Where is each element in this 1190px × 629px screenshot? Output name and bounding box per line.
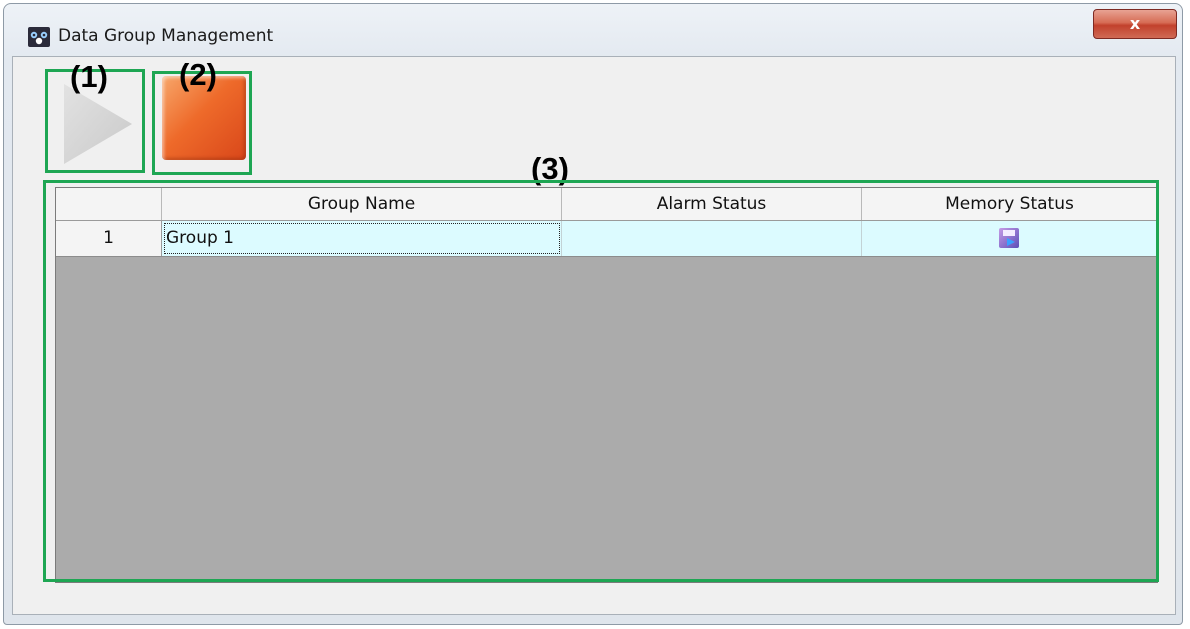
title-bar: Data Group Management x	[4, 4, 1182, 56]
window-title: Data Group Management	[58, 26, 274, 46]
callout-2: (2)	[179, 57, 217, 92]
callout-1: (1)	[70, 59, 108, 94]
data-group-management-window: Data Group Management x (1) (2) (3) Grou…	[3, 3, 1183, 625]
client-area: (1) (2) (3) Group Name Alarm Status Memo…	[12, 56, 1176, 615]
close-icon: x	[1129, 14, 1141, 33]
close-button[interactable]: x	[1093, 9, 1177, 39]
app-icon	[28, 27, 50, 47]
highlight-box-3	[43, 180, 1159, 582]
